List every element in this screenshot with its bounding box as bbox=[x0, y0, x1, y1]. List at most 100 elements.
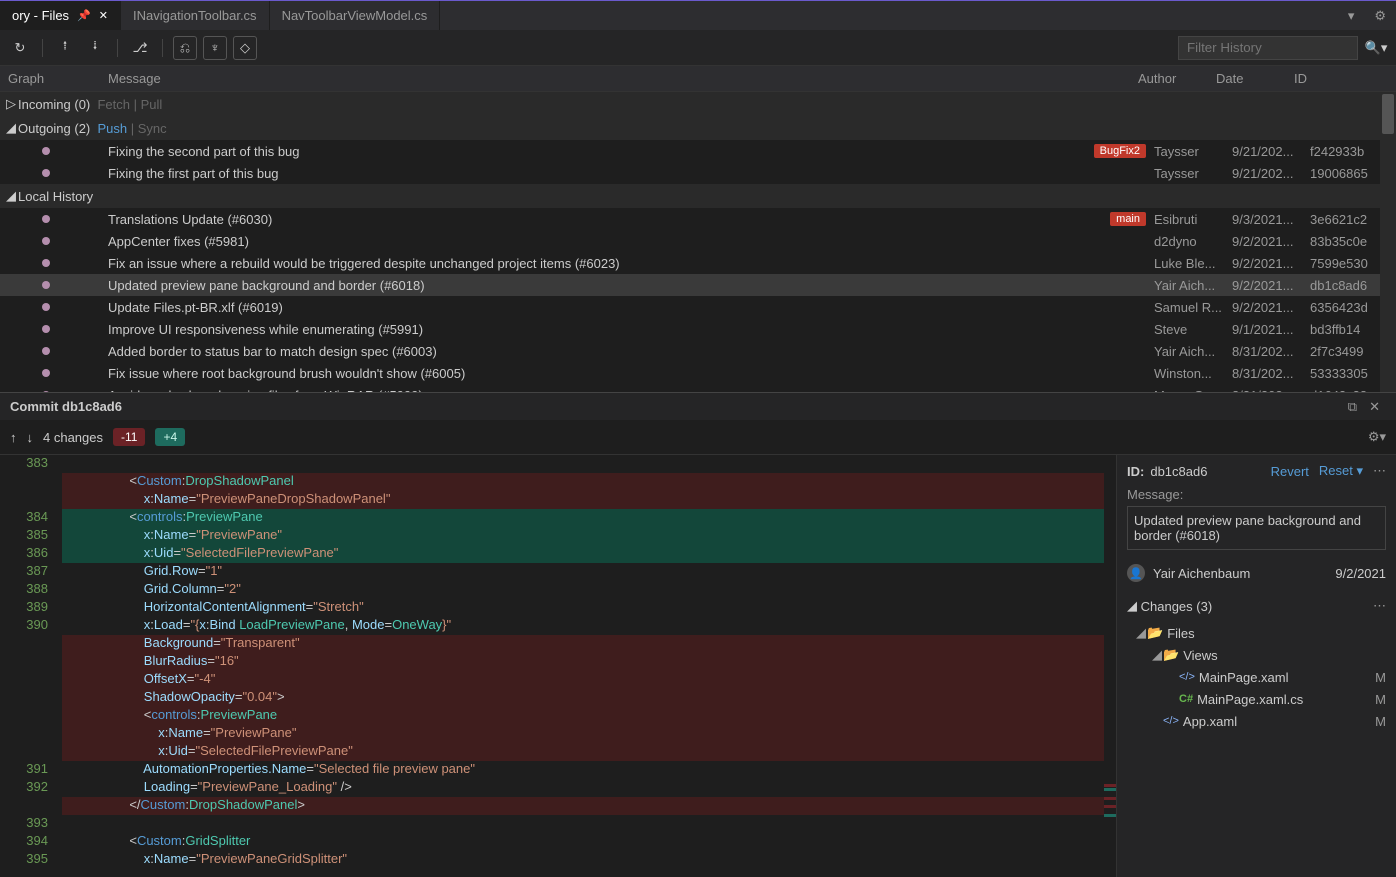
file-status: M bbox=[1375, 670, 1386, 685]
tree-folder[interactable]: ◢ 📂 Files bbox=[1117, 622, 1396, 644]
commit-row[interactable]: Updated preview pane background and bord… bbox=[0, 274, 1396, 296]
reset-link[interactable]: Reset ▾ bbox=[1319, 463, 1363, 479]
refresh-icon[interactable]: ↻ bbox=[8, 36, 32, 60]
file-status: M bbox=[1375, 692, 1386, 707]
commit-row[interactable]: Avoid crash when dragging files from Win… bbox=[0, 384, 1396, 392]
commit-date: 9/21/202... bbox=[1232, 166, 1310, 181]
caret-down-icon: ◢ bbox=[6, 188, 18, 204]
commit-row[interactable]: Improve UI responsiveness while enumerat… bbox=[0, 318, 1396, 340]
diff-line: 392 Loading="PreviewPane_Loading" /> bbox=[0, 779, 1116, 797]
commit-row[interactable]: AppCenter fixes (#5981) d2dyno 9/2/2021.… bbox=[0, 230, 1396, 252]
tab-inavigationtoolbar[interactable]: INavigationToolbar.cs bbox=[121, 1, 270, 30]
more-icon[interactable]: ⋯ bbox=[1373, 463, 1386, 479]
diff-view[interactable]: 383 <Custom:DropShadowPanel x:Name="Prev… bbox=[0, 455, 1116, 877]
tree-label: MainPage.xaml.cs bbox=[1197, 692, 1303, 707]
line-number: 389 bbox=[0, 599, 62, 617]
tab-navtoolbarviewmodel[interactable]: NavToolbarViewModel.cs bbox=[270, 1, 441, 30]
search-icon[interactable]: 🔍▾ bbox=[1364, 36, 1388, 60]
commit-history: ▷ Incoming (0) Fetch | Pull ◢ Outgoing (… bbox=[0, 92, 1396, 392]
diff-line: 388 Grid.Column="2" bbox=[0, 581, 1116, 599]
commit-author: Taysser bbox=[1154, 166, 1232, 181]
caret-right-icon: ▷ bbox=[6, 96, 18, 112]
commit-hash: 3e6621c2 bbox=[1310, 212, 1388, 227]
pin-icon[interactable]: 📌 bbox=[77, 9, 91, 22]
commit-detail-split: 383 <Custom:DropShadowPanel x:Name="Prev… bbox=[0, 454, 1396, 877]
commit-hash: 53333305 bbox=[1310, 366, 1388, 381]
outgoing-label: Outgoing (2) bbox=[18, 121, 90, 136]
id-label: ID: bbox=[1127, 464, 1144, 479]
prev-change-icon[interactable]: ↑ bbox=[10, 430, 17, 445]
sync-link[interactable]: Sync bbox=[138, 121, 167, 136]
local-history-section[interactable]: ◢ Local History bbox=[0, 184, 1396, 208]
tab-files[interactable]: ory - Files 📌 ✕ bbox=[0, 1, 121, 30]
commit-date: 8/31/202... bbox=[1232, 366, 1310, 381]
col-id[interactable]: ID bbox=[1294, 71, 1372, 86]
col-author[interactable]: Author bbox=[1138, 71, 1216, 86]
line-number bbox=[0, 797, 62, 815]
commit-row[interactable]: Added border to status bar to match desi… bbox=[0, 340, 1396, 362]
scrollbar[interactable] bbox=[1380, 92, 1396, 392]
pull-link[interactable]: Pull bbox=[141, 97, 163, 112]
tree-file[interactable]: </> MainPage.xaml M bbox=[1117, 666, 1396, 688]
gear-icon[interactable]: ⚙▾ bbox=[1368, 429, 1386, 445]
diff-line: </Custom:DropShadowPanel> bbox=[0, 797, 1116, 815]
commit-author: Steve bbox=[1154, 322, 1232, 337]
incoming-section[interactable]: ▷ Incoming (0) Fetch | Pull bbox=[0, 92, 1396, 116]
csharp-icon: C# bbox=[1179, 693, 1193, 705]
line-number: 385 bbox=[0, 527, 62, 545]
incoming-label: Incoming (0) bbox=[18, 97, 90, 112]
filter-input[interactable] bbox=[1178, 36, 1358, 60]
minimap[interactable] bbox=[1104, 455, 1116, 877]
tree-label: Files bbox=[1167, 626, 1194, 641]
graph-node bbox=[42, 303, 50, 311]
filter-icon[interactable]: ◇ bbox=[233, 36, 257, 60]
commit-date: 9/1/2021... bbox=[1232, 322, 1310, 337]
diff-line: x:Uid="SelectedFilePreviewPane" bbox=[0, 743, 1116, 761]
changed-files-tree: ◢ 📂 Files ◢ 📂 Views </> MainPage.xaml M … bbox=[1117, 620, 1396, 734]
tree-folder[interactable]: ◢ 📂 Views bbox=[1117, 644, 1396, 666]
tree-file[interactable]: C# MainPage.xaml.cs M bbox=[1117, 688, 1396, 710]
outgoing-section[interactable]: ◢ Outgoing (2) Push | Sync bbox=[0, 116, 1396, 140]
commit-message: Fixing the first part of this bug bbox=[108, 166, 1154, 181]
close-icon[interactable]: ✕ bbox=[99, 9, 108, 22]
commit-date: 8/31/202... bbox=[1232, 344, 1310, 359]
tree-label: MainPage.xaml bbox=[1199, 670, 1289, 685]
commit-date: 8/31/202... bbox=[1232, 388, 1310, 393]
commit-row[interactable]: Translations Update (#6030)main Esibruti… bbox=[0, 208, 1396, 230]
next-change-icon[interactable]: ↓ bbox=[27, 430, 34, 445]
fetch-link[interactable]: Fetch bbox=[97, 97, 130, 112]
commit-row[interactable]: Update Files.pt-BR.xlf (#6019) Samuel R.… bbox=[0, 296, 1396, 318]
commit-row[interactable]: Fixing the second part of this bugBugFix… bbox=[0, 140, 1396, 162]
col-message[interactable]: Message bbox=[108, 71, 1138, 86]
dock-icon[interactable]: ⧉ bbox=[1342, 399, 1363, 415]
more-icon[interactable]: ⋯ bbox=[1373, 598, 1386, 614]
col-date[interactable]: Date bbox=[1216, 71, 1294, 86]
commit-message: Fix an issue where a rebuild would be tr… bbox=[108, 256, 1154, 271]
push-link[interactable]: Push bbox=[98, 121, 128, 136]
commit-row[interactable]: Fixing the first part of this bug Taysse… bbox=[0, 162, 1396, 184]
gear-icon[interactable]: ⚙ bbox=[1364, 8, 1396, 24]
branch-filter-icon[interactable]: ♆ bbox=[203, 36, 227, 60]
diff-line: <controls:PreviewPane bbox=[0, 707, 1116, 725]
commit-row[interactable]: Fix issue where root background brush wo… bbox=[0, 362, 1396, 384]
graph-mode-icon[interactable]: ⎌ bbox=[173, 36, 197, 60]
pull-icon[interactable]: ⭭ bbox=[83, 36, 107, 60]
commit-date: 9/2/2021... bbox=[1232, 256, 1310, 271]
fetch-icon[interactable]: ⭫ bbox=[53, 36, 77, 60]
line-number: 387 bbox=[0, 563, 62, 581]
tree-label: Views bbox=[1183, 648, 1217, 663]
tab-label: NavToolbarViewModel.cs bbox=[282, 8, 428, 23]
commit-message[interactable]: Updated preview pane background and bord… bbox=[1127, 506, 1386, 550]
commit-hash: 19006865 bbox=[1310, 166, 1388, 181]
tree-label: App.xaml bbox=[1183, 714, 1237, 729]
caret-down-icon[interactable]: ◢ bbox=[1127, 598, 1141, 614]
col-graph[interactable]: Graph bbox=[8, 71, 108, 86]
revert-link[interactable]: Revert bbox=[1271, 464, 1309, 479]
tree-file[interactable]: </> App.xaml M bbox=[1117, 710, 1396, 732]
commit-row[interactable]: Fix an issue where a rebuild would be tr… bbox=[0, 252, 1396, 274]
branch-icon[interactable]: ⎇ bbox=[128, 36, 152, 60]
close-icon[interactable]: ✕ bbox=[1363, 399, 1386, 415]
commit-author: Winston... bbox=[1154, 366, 1232, 381]
folder-icon: 📂 bbox=[1147, 625, 1163, 641]
dropdown-icon[interactable]: ▾ bbox=[1338, 8, 1365, 24]
